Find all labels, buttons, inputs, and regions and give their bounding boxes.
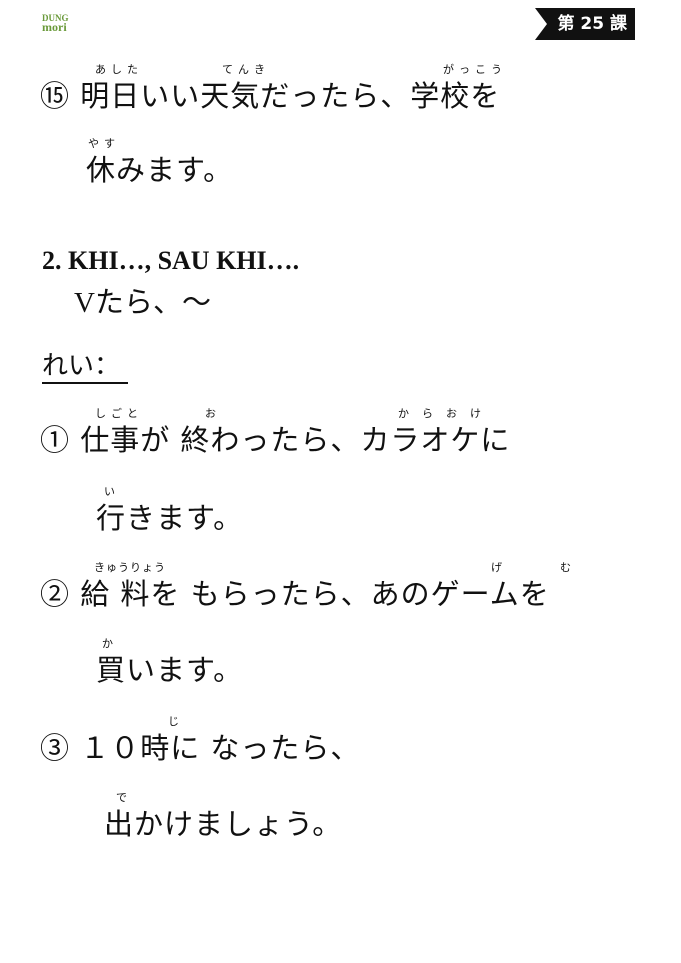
furigana: がっこう [443, 63, 507, 76]
furigana: からおけ [398, 407, 494, 420]
sentence-line: ① 仕事が 終わったら、カラオケに [40, 423, 511, 457]
grammar-pattern: Vたら、～ [74, 287, 211, 319]
section-heading: 2. KHI…, SAU KHI…. [42, 246, 300, 275]
logo-line2: mori [42, 20, 67, 34]
furigana: あした [95, 63, 143, 76]
furigana: げ [491, 561, 507, 574]
furigana: きゅうりょう [94, 561, 166, 574]
furigana: お [205, 407, 221, 420]
examples-label: れい： [42, 350, 129, 384]
sentence-line: ③ １０時に なったら、 [40, 731, 361, 765]
sentence-line: ② 給 料を もらったら、あのゲームを [40, 577, 550, 611]
furigana: で [116, 791, 132, 804]
furigana: しごと [95, 407, 143, 420]
furigana: い [104, 485, 120, 498]
furigana: てんき [222, 63, 270, 76]
dungmori-logo: DUNG mori [42, 14, 69, 34]
sentence-line: 行きます。 [96, 501, 244, 535]
furigana: か [102, 637, 118, 650]
furigana: やす [88, 137, 120, 150]
sentence-line: 出かけましょう。 [104, 807, 343, 841]
sentence-line: ⑮ 明日いい天気だったら、学校を [40, 79, 501, 113]
lesson-badge: 第 25 課 [535, 8, 635, 40]
furigana: む [560, 561, 576, 574]
sentence-line: 休みます。 [86, 153, 234, 187]
sentence-line: 買います。 [96, 653, 244, 687]
furigana: じ [168, 715, 184, 728]
